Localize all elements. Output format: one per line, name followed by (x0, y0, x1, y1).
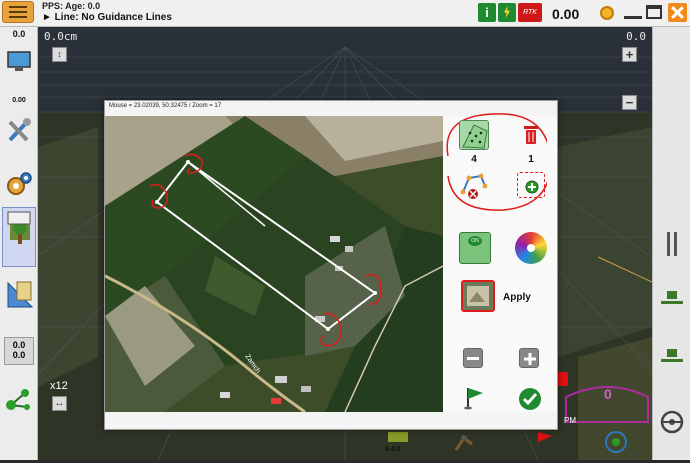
top-bar: PPS: Age: 0.0 ► Line: No Guidance Lines … (0, 0, 690, 27)
trash-icon[interactable] (521, 124, 541, 146)
version-label: 6.4.0 (385, 446, 401, 453)
zoom-out-button[interactable]: − (622, 95, 637, 110)
point-count: 4 (471, 154, 477, 165)
distance-readout-right: 0.0 (626, 30, 646, 43)
color-picker-icon[interactable] (515, 232, 547, 264)
rtk-status-icon[interactable]: RTK (518, 3, 542, 22)
pps-age-status: PPS: Age: 0.0 (42, 1, 101, 11)
info-icon[interactable]: i (478, 3, 496, 22)
apply-map-image-button[interactable] (461, 280, 495, 312)
xte-box[interactable]: 0.0 0.0 (4, 337, 34, 365)
expand-arrows-icon[interactable]: ↔ (52, 396, 67, 411)
day-night-icon[interactable] (600, 6, 614, 20)
dialog-tool-panel: 4 1 ON Apply (443, 113, 557, 412)
delete-boundary-icon[interactable] (459, 172, 489, 200)
split-handle-icon[interactable] (665, 232, 679, 256)
toggle-background-button[interactable]: ON (459, 232, 491, 264)
power-status-icon[interactable] (498, 3, 516, 22)
close-icon[interactable] (668, 3, 687, 22)
right-sidebar (652, 27, 690, 460)
tractor-section-icon[interactable] (661, 289, 683, 311)
distance-readout: 0.0cm (44, 30, 78, 43)
hamburger-menu-icon[interactable] (2, 1, 34, 23)
heading-readout: 0 (604, 386, 612, 402)
ruler-icon[interactable] (5, 280, 34, 308)
tractor-section-icon-2[interactable] (661, 347, 683, 369)
zoom-out-icon[interactable] (463, 348, 483, 368)
pm-label: PM (564, 416, 576, 425)
on-indicator: ON (468, 236, 482, 246)
zoom-factor-label: x12 (50, 380, 68, 392)
guidance-line-name[interactable]: ► Line: No Guidance Lines (42, 12, 172, 23)
left-value-top: 0.0 (12, 29, 26, 39)
confirm-check-icon[interactable] (519, 388, 541, 410)
network-nodes-icon[interactable] (5, 385, 33, 410)
zoom-in-icon[interactable] (519, 348, 539, 368)
boundary-map-dialog: Mouse = 23.02039, 50.32475 / Zoom = 17 Z… (104, 100, 558, 430)
add-points-button[interactable] (459, 120, 489, 150)
field-tools-button[interactable] (2, 207, 36, 267)
dialog-title: Mouse = 23.02039, 50.32475 / Zoom = 17 (109, 103, 222, 109)
steering-wheel-icon[interactable] (660, 410, 684, 434)
minimize-icon[interactable] (624, 7, 642, 19)
zoom-in-button[interactable]: + (622, 47, 637, 62)
implement-icon[interactable] (386, 428, 410, 448)
maximize-icon[interactable] (646, 5, 662, 19)
add-point-icon[interactable] (517, 172, 545, 198)
satellite-map[interactable]: Zamch (105, 116, 443, 412)
speed-readout: 0.00 (552, 6, 580, 22)
robot-arm-icon[interactable] (452, 430, 476, 451)
left-value-mid: 0.00 (12, 97, 26, 104)
gps-target-icon[interactable] (604, 430, 628, 453)
flag-p-icon[interactable] (532, 430, 556, 456)
left-sidebar: 0.0 0.00 0.0 0.0 (0, 27, 38, 460)
xte-top-value: 0.0 (12, 340, 26, 350)
apply-label[interactable]: Apply (503, 292, 531, 303)
delete-count: 1 (528, 154, 534, 165)
settings-gears-icon[interactable] (5, 170, 33, 195)
tools-icon[interactable] (5, 117, 33, 142)
flag-icon[interactable] (463, 386, 485, 410)
monitor-icon[interactable] (5, 49, 33, 73)
xte-bottom-value: 0.0 (12, 350, 26, 360)
pan-icon[interactable]: ↕ (52, 47, 67, 62)
